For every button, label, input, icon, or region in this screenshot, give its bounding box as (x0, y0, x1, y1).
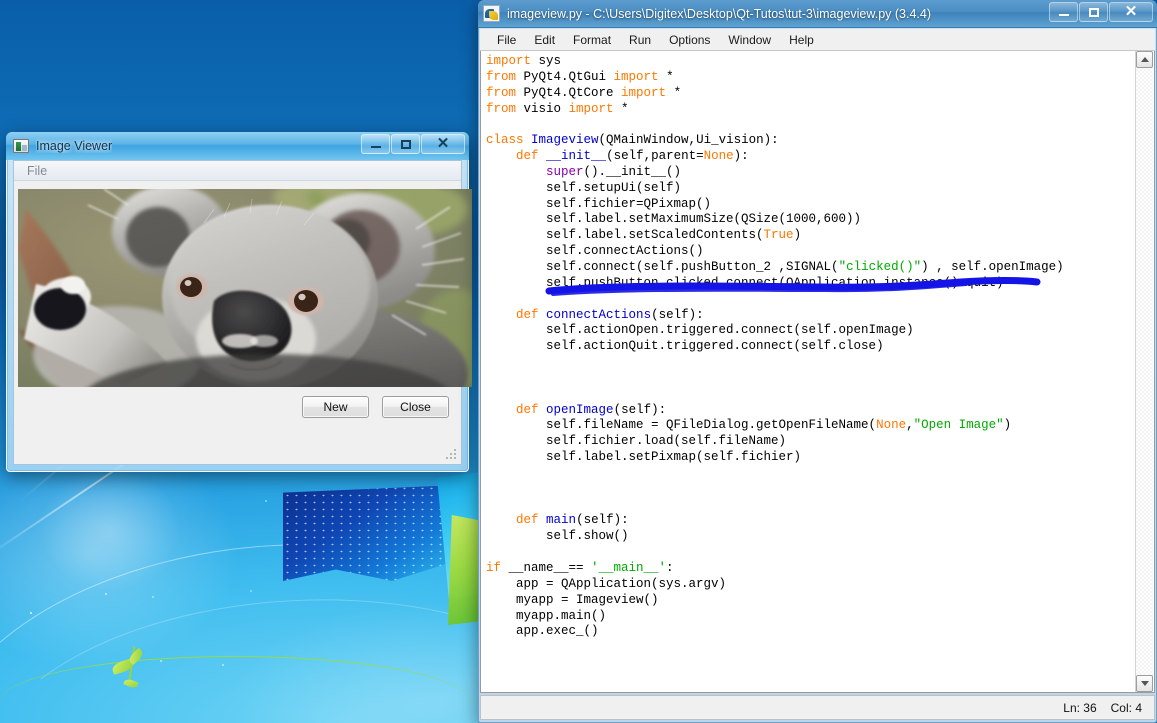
idle-titlebar[interactable]: imageview.py - C:\Users\Digitex\Desktop\… (478, 0, 1157, 28)
close-button[interactable]: ✕ (1109, 2, 1153, 22)
code-line: from PyQt4.QtGui import * (486, 69, 674, 84)
wallpaper-sparkle (30, 612, 32, 614)
code-line: self.fichier=QPixmap() (486, 196, 712, 211)
idle-window-controls: ✕ (1048, 2, 1153, 22)
menu-item-edit[interactable]: Edit (525, 31, 564, 49)
scroll-up-arrow-icon (1140, 57, 1149, 62)
code-line: app = QApplication(sys.argv) (486, 576, 727, 591)
code-line: self.label.setMaximumSize(QSize(1000,600… (486, 212, 862, 227)
koala-illustration (18, 189, 472, 387)
code-line: self.pushButton.clicked.connect(QApplica… (486, 275, 1004, 290)
minimize-button[interactable] (361, 134, 390, 154)
maximize-icon (1088, 7, 1099, 17)
scroll-down-button[interactable] (1136, 675, 1153, 692)
python-idle-icon (483, 5, 500, 22)
close-icon: ✕ (1124, 3, 1138, 20)
code-line: myapp.main() (486, 608, 607, 623)
code-line: super().__init__() (546, 164, 682, 179)
code-line: self.label.setPixmap(self.fichier) (486, 450, 802, 465)
code-line: def main(self): (516, 513, 629, 528)
scroll-up-button[interactable] (1136, 51, 1153, 68)
code-line: myapp = Imageview() (486, 592, 659, 607)
code-line: self.actionQuit.triggered.connect(self.c… (486, 339, 884, 354)
maximize-icon (400, 139, 411, 149)
code-line: def connectActions(self): (516, 307, 704, 322)
idle-title: imageview.py - C:\Users\Digitex\Desktop\… (507, 6, 931, 21)
code-text[interactable]: import sys from PyQt4.QtGui import * from … (486, 54, 1132, 640)
menu-item-window[interactable]: Window (719, 31, 780, 49)
minimize-button[interactable] (1049, 2, 1078, 22)
koala-image (18, 189, 472, 387)
code-line: self.actionOpen.triggered.connect(self.o… (486, 323, 914, 338)
code-line: from PyQt4.QtCore import * (486, 85, 682, 100)
menu-item-help[interactable]: Help (780, 31, 823, 49)
close-button[interactable]: ✕ (421, 134, 465, 154)
code-line: self.connect(self.pushButton_2 ,SIGNAL("… (486, 259, 1064, 274)
new-button[interactable]: New (302, 396, 369, 418)
viewer-titlebar[interactable]: Image Viewer ✕ (6, 132, 469, 160)
vertical-scrollbar[interactable] (1135, 51, 1153, 692)
status-line-number: Ln: 36 (1063, 700, 1097, 715)
maximize-button[interactable] (1079, 2, 1108, 22)
wallpaper-banner-dots (283, 485, 459, 581)
code-line: class Imageview(QMainWindow,Ui_vision): (486, 133, 779, 148)
viewer-window-controls: ✕ (360, 134, 465, 154)
menu-item-format[interactable]: Format (564, 31, 620, 49)
menu-item-options[interactable]: Options (660, 31, 719, 49)
wallpaper-sparkle (250, 590, 252, 592)
idle-menubar[interactable]: File Edit Format Run Options Window Help (480, 29, 1155, 51)
image-viewer-window[interactable]: Image Viewer ✕ File New Close (6, 132, 472, 472)
wallpaper-sparkle (265, 500, 267, 502)
viewer-menu-file[interactable]: File (21, 163, 53, 179)
status-column-number: Col: 4 (1110, 700, 1142, 715)
close-button[interactable]: Close (382, 396, 449, 418)
menu-item-file[interactable]: File (488, 31, 525, 49)
code-line: self.fileName = QFileDialog.getOpenFileN… (486, 418, 1012, 433)
scroll-down-arrow-icon (1140, 681, 1149, 686)
minimize-icon (370, 146, 381, 148)
code-line: def __init__(self,parent=None): (516, 149, 749, 164)
code-line: if __name__== '__main__': (486, 561, 674, 575)
code-line: self.setupUi(self) (486, 180, 682, 195)
viewer-button-row: New Close (302, 396, 449, 418)
maximize-button[interactable] (391, 134, 420, 154)
viewer-title: Image Viewer (36, 139, 113, 153)
code-line: self.fichier.load(self.fileName) (486, 434, 787, 449)
code-line: self.label.setScaledContents(True) (486, 228, 802, 243)
code-line: from visio import * (486, 101, 629, 116)
viewer-menubar[interactable]: File (14, 161, 461, 181)
wallpaper-sparkle (152, 596, 154, 598)
python-idle-window[interactable]: imageview.py - C:\Users\Digitex\Desktop\… (478, 0, 1157, 723)
close-icon: ✕ (436, 135, 450, 152)
wallpaper-sparkle (105, 593, 107, 595)
idle-statusbar: Ln: 36 Col: 4 (480, 695, 1155, 720)
image-viewer-icon (13, 139, 29, 153)
code-line: def openImage(self): (516, 402, 667, 417)
code-line: app.exec_() (486, 624, 599, 639)
minimize-icon (1058, 14, 1069, 16)
code-line: self.show() (486, 529, 629, 544)
viewer-content: New Close (14, 181, 472, 464)
code-line: import sys (486, 54, 562, 68)
code-line: self.connectActions() (486, 244, 704, 259)
menu-item-run[interactable]: Run (620, 31, 660, 49)
resize-grip-icon[interactable] (445, 449, 457, 461)
viewer-client-area: File New Close (13, 160, 472, 465)
code-editor[interactable]: import sys from PyQt4.QtGui import * from … (480, 51, 1155, 693)
